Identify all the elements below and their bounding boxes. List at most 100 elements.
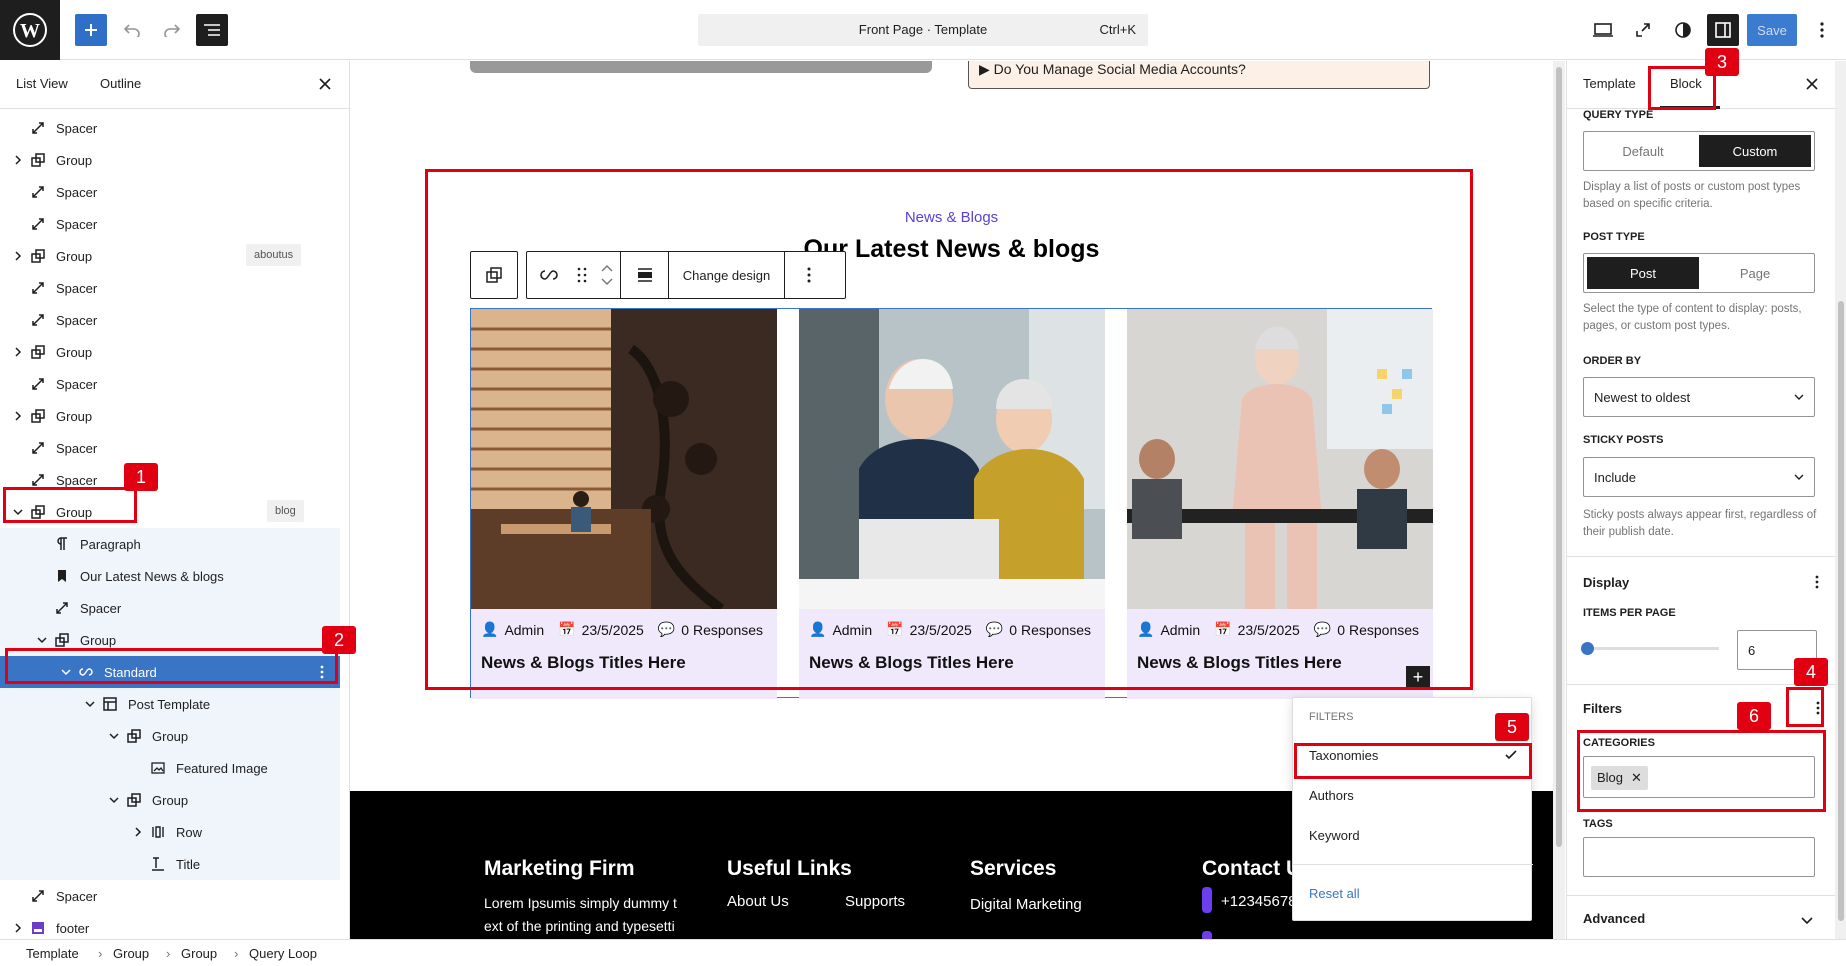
faq-details-block[interactable]: ▶ Do You Manage Social Media Accounts? [968,61,1430,89]
breadcrumb-item[interactable]: Query Loop [249,946,317,961]
items-per-page-label: ITEMS PER PAGE [1583,607,1676,619]
annotation-number-4: 4 [1794,658,1828,686]
wordpress-logo-button[interactable]: W [0,0,60,60]
tab-outline[interactable]: Outline [100,76,141,91]
list-view-item-spacer[interactable]: Spacer [0,304,340,336]
list-view-item-label: Title [176,857,201,872]
query-type-custom-option[interactable]: Custom [1699,135,1811,167]
more-vertical-icon [1815,575,1819,589]
query-type-toggle: Default Custom [1583,131,1815,171]
footer-link-about[interactable]: About Us [727,893,789,910]
list-view-item-spacer[interactable]: Spacer [0,432,340,464]
display-panel-title[interactable]: Display [1583,575,1629,590]
list-view-item-group[interactable]: Group [0,400,340,432]
chevron-down-icon[interactable] [108,794,120,806]
order-by-select[interactable]: Newest to oldest [1583,377,1815,417]
list-view-item-label: Group [80,633,117,648]
styles-button[interactable] [1667,14,1699,46]
display-options-button[interactable] [1815,575,1819,589]
list-view-item-spacer[interactable]: Spacer [0,176,340,208]
slider-handle[interactable] [1581,642,1594,655]
footer-col-title: Marketing Firm [484,857,635,880]
breadcrumb-item[interactable]: Template [26,946,79,961]
advanced-panel-title[interactable]: Advanced [1583,911,1645,926]
close-settings-button[interactable] [1805,77,1819,91]
list-view-item-spacer[interactable]: Spacer [0,880,340,912]
chevron-right-icon[interactable] [12,250,24,262]
list-view-item-spacer[interactable]: Spacer [0,208,340,240]
spacer-icon [32,314,44,326]
list-view-item-label: Spacer [56,185,98,200]
breadcrumb-separator-icon: › [234,946,239,961]
list-view-item-group[interactable]: Group aboutus [0,240,340,272]
open-frontend-button[interactable] [1627,14,1659,46]
chevron-down-icon[interactable] [36,634,48,646]
post-type-page-option[interactable]: Page [1699,257,1811,289]
list-view-item-post-template[interactable]: Post Template [0,688,340,720]
scrollbar-thumb[interactable] [1838,301,1844,921]
list-view-item-group[interactable]: Group [0,144,340,176]
filter-option-authors[interactable]: Authors [1309,788,1354,803]
post-type-post-option[interactable]: Post [1587,257,1699,289]
footer-link-digital-marketing[interactable]: Digital Marketing [970,896,1082,913]
close-list-view-button[interactable] [318,77,332,91]
tab-list-view[interactable]: List View [16,76,68,91]
list-view-item-featured-image[interactable]: Featured Image [0,752,340,784]
chevron-down-icon[interactable] [84,698,96,710]
canvas-scrollbar[interactable] [1553,61,1565,939]
chevron-right-icon[interactable] [12,922,24,934]
redo-button[interactable] [156,14,188,46]
scrollbar-thumb[interactable] [1556,67,1562,847]
chevron-right-icon[interactable] [12,410,24,422]
document-overview-button[interactable] [196,14,228,46]
list-view-item-spacer[interactable]: Spacer [0,368,340,400]
filters-panel-title[interactable]: Filters [1583,701,1622,716]
chevron-down-icon[interactable] [1801,917,1813,925]
breadcrumb-item[interactable]: Group [181,946,217,961]
sticky-posts-select[interactable]: Include [1583,457,1815,497]
list-view-item-group[interactable]: Group [0,784,340,816]
list-view-item-paragraph[interactable]: Paragraph [0,528,340,560]
list-view-item-our-latest-news-blogs[interactable]: Our Latest News & blogs [0,560,340,592]
tags-token-field[interactable] [1583,837,1815,877]
list-view-item-group[interactable]: Group [0,720,340,752]
sidebar-scrollbar[interactable] [1835,61,1846,939]
chevron-right-icon[interactable] [12,154,24,166]
items-per-page-slider[interactable] [1581,642,1719,655]
tab-template[interactable]: Template [1583,76,1636,91]
list-view-item-group[interactable]: Group [0,336,340,368]
list-view-item-label: Spacer [56,313,98,328]
list-view-item-spacer[interactable]: Spacer [0,592,340,624]
preview-device-button[interactable] [1587,14,1619,46]
list-view-item-title[interactable]: Title [0,848,340,880]
annotation-number-1: 1 [124,463,158,491]
undo-button[interactable] [116,14,148,46]
breadcrumb-item[interactable]: Group [113,946,149,961]
list-view-item-spacer[interactable]: Spacer [0,112,340,144]
list-view-item-label: Spacer [56,281,98,296]
footer-link-supports[interactable]: Supports [845,893,905,910]
annotation-box-1 [3,487,137,523]
options-menu-button[interactable] [1806,14,1838,46]
settings-sidebar-toggle[interactable] [1707,14,1739,46]
chevron-right-icon[interactable] [12,346,24,358]
chevron-down-icon[interactable] [108,730,120,742]
list-view-item-label: Featured Image [176,761,268,776]
reset-all-filters-button[interactable]: Reset all [1309,886,1360,901]
chevron-right-icon[interactable] [132,826,144,838]
list-view-item-label: footer [56,921,90,936]
add-block-button[interactable] [75,14,107,46]
footer-phone[interactable]: +12345678 [1221,893,1297,910]
row-icon [152,826,164,838]
group-icon [31,345,45,359]
filter-option-keyword[interactable]: Keyword [1309,828,1360,843]
command-palette-bar[interactable]: Front Page · Template Ctrl+K [698,14,1148,46]
wordpress-icon: W [13,13,47,47]
list-view-item-spacer[interactable]: Spacer [0,272,340,304]
save-button[interactable]: Save [1747,14,1797,46]
footer-col-title: Services [970,857,1057,880]
post-type-help: Select the type of content to display: p… [1583,303,1802,332]
sticky-posts-help: Sticky posts always appear first, regard… [1583,509,1817,538]
list-view-item-row[interactable]: Row [0,816,340,848]
query-type-default-option[interactable]: Default [1587,135,1699,167]
